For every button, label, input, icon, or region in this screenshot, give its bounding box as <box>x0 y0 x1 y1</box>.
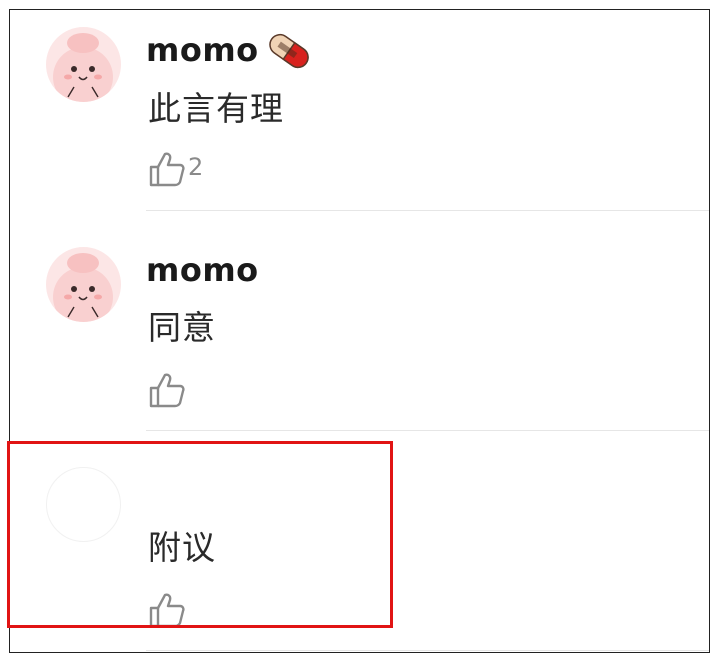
like-button[interactable] <box>148 371 188 409</box>
user-avatar[interactable] <box>46 247 121 322</box>
username[interactable]: momo <box>146 30 259 70</box>
thumbs-up-icon <box>149 152 185 187</box>
thumbs-up-icon <box>149 373 185 408</box>
pink-blob-avatar-icon <box>46 247 121 322</box>
like-button[interactable]: 2 <box>148 150 203 188</box>
comment-text: 同意 <box>148 308 216 347</box>
divider <box>146 650 709 651</box>
comment-item: momo 此言有理 2 <box>10 10 709 211</box>
pill-badge-icon <box>262 24 316 82</box>
comment-text: 附议 <box>148 528 216 567</box>
comment-item: momo 同意 <box>10 230 709 431</box>
like-button[interactable] <box>148 591 188 629</box>
comment-list: momo 此言有理 2 momo 同意 附议 <box>9 9 710 653</box>
comment-text: 此言有理 <box>148 89 284 128</box>
divider <box>146 210 709 211</box>
pink-blob-avatar-icon <box>46 27 121 102</box>
user-avatar[interactable] <box>46 27 121 102</box>
comment-item: 附议 <box>10 450 709 651</box>
blank-avatar[interactable] <box>46 467 121 542</box>
like-count: 2 <box>188 153 204 181</box>
username[interactable]: momo <box>146 250 259 290</box>
divider <box>146 430 709 431</box>
thumbs-up-icon <box>149 593 185 628</box>
